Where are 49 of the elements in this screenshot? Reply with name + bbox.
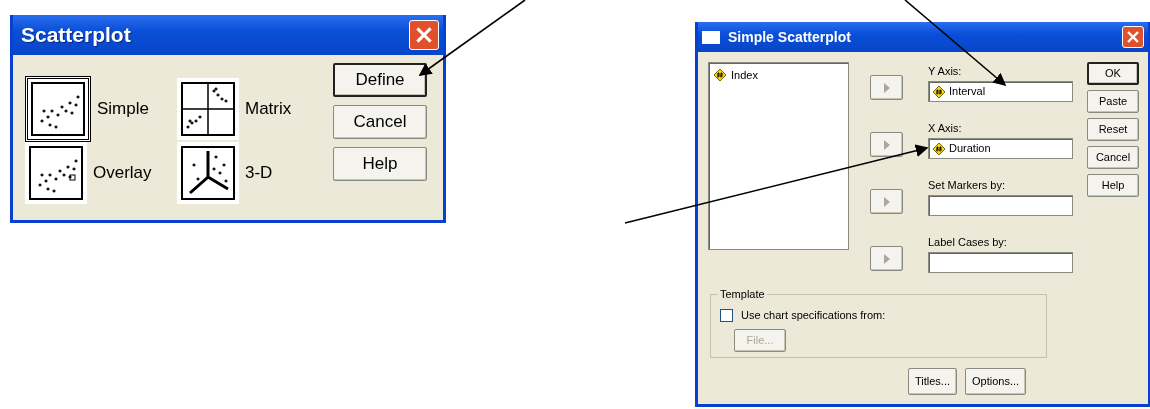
chart-type-option[interactable] [177,142,239,204]
variable-icon [932,84,946,99]
close-button[interactable] [409,20,439,50]
field-label: Set Markers by: [928,179,1007,191]
dialog-button[interactable]: Titles... [908,368,958,395]
dialog-title: Scatterplot [21,22,131,49]
option-label: Matrix [245,98,292,121]
dialog-title: Simple Scatterplot [728,27,851,47]
dialog-button[interactable]: Cancel [333,105,427,139]
dialog-button[interactable]: Paste [1087,90,1139,113]
chart-type-option[interactable] [25,76,91,142]
target-field[interactable] [928,252,1073,273]
variable-icon [713,68,727,83]
field-label: Label Cases by: [928,236,1008,248]
target-field[interactable]: Duration [928,138,1073,159]
target-field[interactable] [928,195,1073,216]
group-label: Template [718,287,767,301]
checkbox-label: Use chart specifications from: [741,308,886,323]
field-label: X Axis: [928,122,963,134]
option-label: Simple [97,98,149,121]
default-button[interactable]: Define [333,63,427,97]
scatter-plot-icon [28,145,84,201]
arrow-right-icon [883,196,890,207]
field-label: Y Axis: [928,65,963,77]
checkbox[interactable] [720,308,733,322]
move-button[interactable] [870,132,903,157]
chart-type-option[interactable] [25,142,87,204]
scatter-plot-icon [30,81,86,137]
variable-name: Interval [949,84,986,100]
dialog-button[interactable]: Help [1087,174,1139,197]
arrow-right-icon [883,253,890,264]
variable-name: Duration [949,141,991,157]
option-label: Overlay [93,162,152,185]
chart-type-option[interactable] [177,78,239,140]
arrow-right-icon [883,82,890,93]
arrow-right-icon [883,139,890,150]
window-icon [702,30,720,44]
dialog-button[interactable]: Help [333,147,427,181]
option-label: 3-D [245,162,273,185]
three-axis-plot-icon [180,145,236,201]
variable-name[interactable]: Index [731,67,758,84]
dialog-button[interactable]: Reset [1087,118,1139,141]
close-button[interactable] [1122,26,1144,48]
variable-icon [932,141,946,156]
target-field[interactable]: Interval [928,81,1073,102]
default-button[interactable]: OK [1087,62,1139,85]
dialog-button[interactable]: Cancel [1087,146,1139,169]
dialog-button[interactable]: Options... [965,368,1027,395]
matrix-plot-icon [180,81,236,137]
